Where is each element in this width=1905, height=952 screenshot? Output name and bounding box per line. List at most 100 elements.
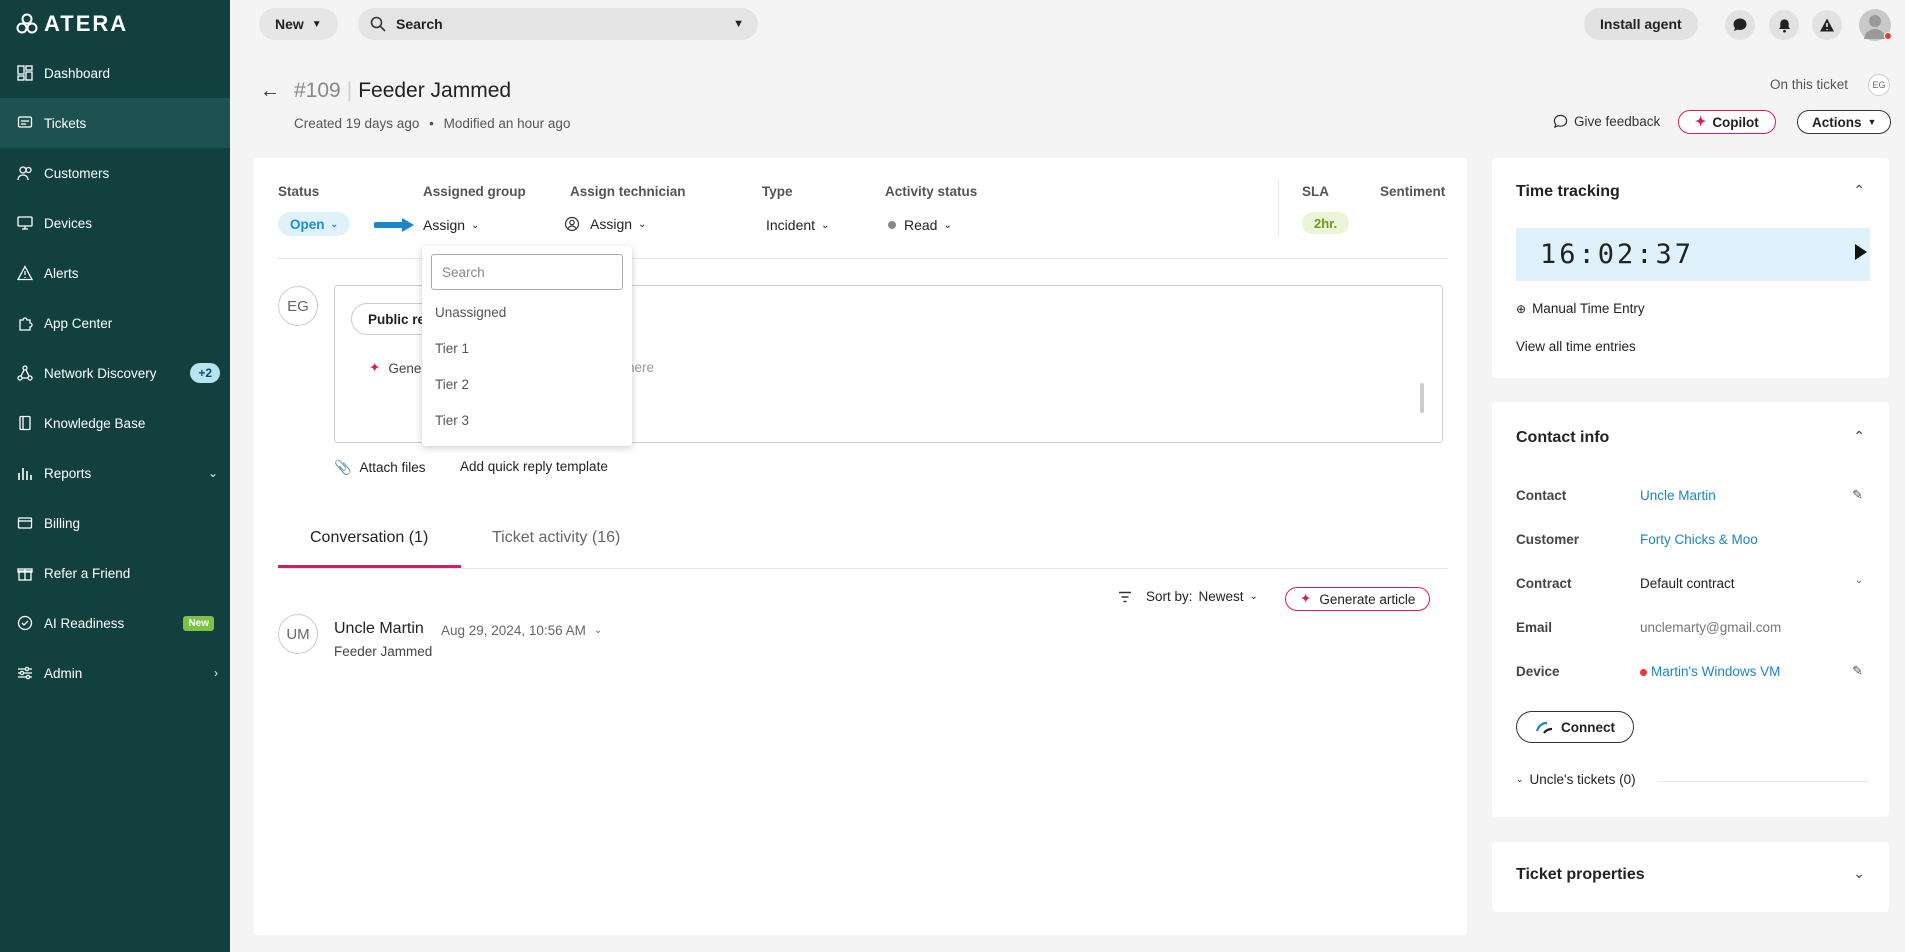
edit-icon[interactable]: ✎	[1852, 487, 1863, 503]
chevron-down-icon: ⌄	[1249, 591, 1258, 602]
back-arrow-icon[interactable]: ←	[260, 80, 280, 103]
sidebar-item-knowledge-base[interactable]: Knowledge Base	[0, 398, 230, 448]
sort-value: Newest	[1198, 589, 1244, 604]
sidebar-item-dashboard[interactable]: Dashboard	[0, 48, 230, 98]
sidebar-item-refer-a-friend[interactable]: Refer a Friend	[0, 548, 230, 598]
on-this-ticket-label: On this ticket	[1770, 77, 1849, 92]
sidebar-item-network-discovery[interactable]: Network Discovery +2	[0, 348, 230, 398]
sla-badge: 2hr.	[1302, 212, 1350, 234]
sidebar-item-label: Billing	[44, 515, 81, 531]
type-label: Type	[762, 184, 793, 199]
message-date[interactable]: Aug 29, 2024, 10:56 AM ⌄	[441, 623, 602, 638]
quick-reply-template-button[interactable]: Add quick reply template	[460, 459, 608, 474]
related-tickets-label: Uncle's tickets (0)	[1529, 772, 1636, 787]
time-tracking-panel: Time tracking ⌃ 16:02:37 ⊕ Manual Time E…	[1492, 158, 1889, 378]
contact-link[interactable]: Uncle Martin	[1640, 488, 1716, 503]
connect-button[interactable]: Connect	[1516, 711, 1634, 743]
group-option-tier-2[interactable]: Tier 2	[435, 377, 469, 392]
scrollbar[interactable]	[1420, 383, 1424, 413]
sidebar-item-app-center[interactable]: App Center	[0, 298, 230, 348]
sidebar-item-reports[interactable]: Reports ⌄	[0, 448, 230, 498]
generate-reply-button[interactable]: ✦ Gene	[369, 360, 421, 376]
sidebar-item-label: Reports	[44, 465, 92, 481]
search-label: Search	[396, 16, 443, 32]
paperclip-icon: 📎	[334, 459, 352, 475]
sidebar-item-billing[interactable]: Billing	[0, 498, 230, 548]
sidebar-item-devices[interactable]: Devices	[0, 198, 230, 248]
type-dropdown[interactable]: Incident ⌄	[766, 217, 829, 233]
chat-button[interactable]	[1725, 10, 1755, 40]
alerts-button[interactable]	[1812, 10, 1842, 40]
new-button[interactable]: New ▼	[259, 8, 338, 40]
attach-files-button[interactable]: 📎 Attach files	[334, 459, 425, 476]
chevron-down-icon[interactable]: ⌄	[1853, 865, 1865, 882]
edit-icon[interactable]: ✎	[1852, 663, 1863, 679]
chevron-down-icon: ⌄	[638, 218, 647, 230]
view-all-time-entries-link[interactable]: View all time entries	[1516, 339, 1636, 354]
group-option-unassigned[interactable]: Unassigned	[435, 305, 506, 320]
give-feedback-link[interactable]: Give feedback	[1553, 114, 1660, 129]
type-value: Incident	[766, 217, 816, 233]
assigned-group-value: Assign	[423, 217, 466, 233]
user-circle-icon	[564, 216, 580, 232]
status-value: Open	[290, 216, 325, 232]
tab-conversation[interactable]: Conversation (1)	[310, 529, 428, 547]
global-search[interactable]: Search ▼	[358, 8, 758, 40]
group-search-input[interactable]	[431, 254, 623, 290]
assigned-group-dropdown[interactable]: Assign ⌄	[423, 217, 479, 233]
chevron-down-icon: ⌄	[1516, 774, 1524, 784]
sidebar-item-label: AI Readiness	[44, 615, 125, 631]
remote-connect-icon	[1535, 721, 1553, 734]
chevron-down-icon: ▼	[311, 18, 322, 30]
sentiment-label: Sentiment	[1380, 184, 1446, 199]
chevron-up-icon[interactable]: ⌃	[1853, 182, 1865, 199]
message-author: Uncle Martin	[334, 620, 424, 637]
meta-dot: •	[429, 116, 434, 131]
ticket-properties-title: Ticket properties	[1516, 866, 1645, 883]
chevron-right-icon: ›	[214, 666, 218, 680]
user-avatar[interactable]	[1859, 9, 1892, 41]
logo[interactable]: ATERA	[16, 11, 128, 36]
actions-button[interactable]: Actions ▼	[1797, 110, 1892, 134]
count-badge: +2	[190, 363, 220, 383]
status-dropdown[interactable]: Open ⌄	[278, 212, 351, 236]
chevron-up-icon[interactable]: ⌃	[1853, 428, 1865, 445]
manual-time-entry-button[interactable]: ⊕ Manual Time Entry	[1516, 301, 1645, 316]
activity-status-value: Read	[904, 217, 938, 233]
pointer-arrow-icon	[374, 218, 414, 232]
message-author-avatar: UM	[278, 614, 318, 654]
sidebar-item-customers[interactable]: Customers	[0, 148, 230, 198]
copilot-button[interactable]: ✦ Copilot	[1678, 110, 1776, 134]
install-agent-button[interactable]: Install agent	[1584, 8, 1698, 40]
activity-status-dropdown[interactable]: Read ⌄	[888, 217, 952, 233]
sidebar-item-ai-readiness[interactable]: AI Readiness New	[0, 598, 230, 648]
viewer-avatar[interactable]: EG	[1868, 74, 1890, 96]
related-tickets-toggle[interactable]: ⌄ Uncle's tickets (0)	[1516, 772, 1636, 787]
device-link[interactable]: Martin's Windows VM	[1640, 664, 1780, 679]
play-icon[interactable]	[1855, 244, 1867, 260]
chevron-down-icon: ⌄	[821, 219, 830, 231]
group-option-tier-3[interactable]: Tier 3	[435, 413, 469, 428]
sort-dropdown[interactable]: Sort by: Newest ⌄	[1118, 589, 1258, 604]
tab-ticket-activity[interactable]: Ticket activity (16)	[492, 529, 620, 547]
sidebar-item-admin[interactable]: Admin ›	[0, 648, 230, 698]
assign-technician-dropdown[interactable]: Assign ⌄	[564, 216, 646, 232]
chevron-down-icon[interactable]: ⌄	[1855, 575, 1863, 586]
contract-label: Contract	[1516, 576, 1572, 591]
divider	[1658, 781, 1868, 782]
generate-article-button[interactable]: ✦ Generate article	[1285, 587, 1431, 611]
sort-label: Sort by:	[1146, 589, 1193, 604]
sidebar-item-alerts[interactable]: Alerts	[0, 248, 230, 298]
reply-author-avatar: EG	[278, 286, 318, 326]
generate-article-label: Generate article	[1319, 591, 1416, 607]
chevron-down-icon: ⌄	[593, 625, 603, 636]
status-label: Status	[278, 184, 320, 199]
notifications-button[interactable]	[1769, 10, 1799, 40]
group-option-tier-1[interactable]: Tier 1	[435, 341, 469, 356]
time-tracking-title: Time tracking	[1516, 183, 1620, 200]
chevron-down-icon: ⌄	[943, 219, 952, 231]
device-label: Device	[1516, 664, 1560, 679]
customer-link[interactable]: Forty Chicks & Moo	[1640, 532, 1758, 547]
sidebar-item-tickets[interactable]: Tickets	[0, 98, 230, 148]
contract-dropdown[interactable]: Default contract	[1640, 576, 1735, 591]
